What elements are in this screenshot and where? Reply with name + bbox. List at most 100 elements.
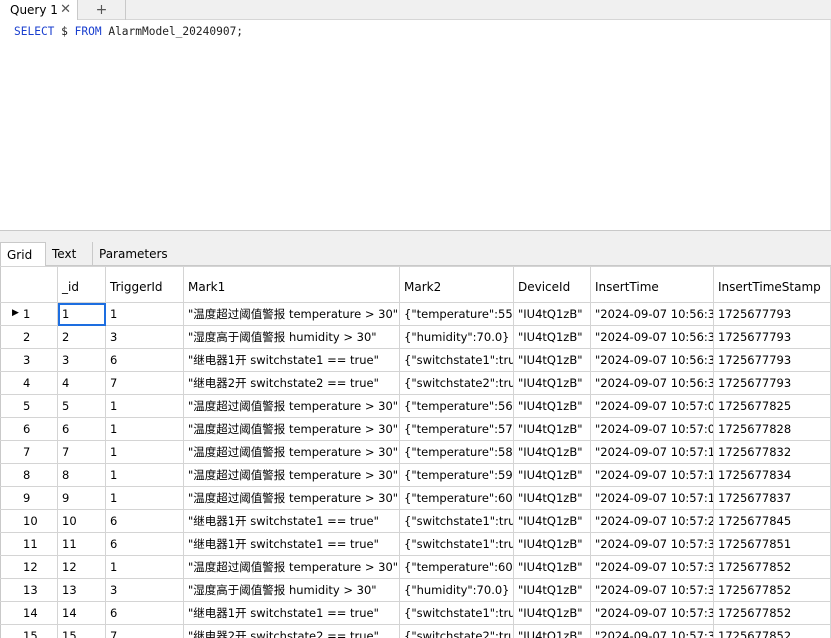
table-cell[interactable]: "IU4tQ1zB" <box>513 325 591 349</box>
table-cell[interactable]: {"switchstate1":true} <box>399 348 514 372</box>
table-cell[interactable]: 1725677834 <box>713 463 831 487</box>
table-cell[interactable]: "IU4tQ1zB" <box>513 532 591 556</box>
table-cell[interactable]: 1725677828 <box>713 417 831 441</box>
table-cell[interactable]: {"temperature":57.0} <box>399 417 514 441</box>
table-cell[interactable]: "温度超过阈值警报 temperature > 30" <box>183 417 400 441</box>
table-cell[interactable]: "2024-09-07 10:57:08" <box>590 417 714 441</box>
table-cell[interactable]: "IU4tQ1zB" <box>513 509 591 533</box>
row-number[interactable]: 9 <box>0 486 58 510</box>
table-cell[interactable]: "2024-09-07 10:57:32" <box>590 555 714 579</box>
column-header[interactable]: DeviceId <box>513 266 591 303</box>
table-cell[interactable]: 7 <box>105 371 184 395</box>
row-number[interactable]: 8 <box>0 463 58 487</box>
table-cell[interactable]: "2024-09-07 10:57:05" <box>590 394 714 418</box>
table-cell[interactable]: 1 <box>105 417 184 441</box>
table-cell[interactable]: 3 <box>57 348 106 372</box>
tab-grid[interactable]: Grid <box>0 242 46 267</box>
table-row[interactable]: 6 6 1 "温度超过阈值警报 temperature > 30" {"temperat… <box>0 417 831 441</box>
table-cell[interactable]: 1 <box>105 555 184 579</box>
table-cell[interactable]: 1725677793 <box>713 348 831 372</box>
column-header[interactable]: Mark2 <box>399 266 514 303</box>
table-cell[interactable]: "2024-09-07 10:57:17" <box>590 486 714 510</box>
table-cell[interactable]: "温度超过阈值警报 temperature > 30" <box>183 302 400 326</box>
row-number[interactable]: 14 <box>0 601 58 625</box>
row-number[interactable]: 5 <box>0 394 58 418</box>
table-cell[interactable]: 14 <box>57 601 106 625</box>
table-cell[interactable]: 10 <box>57 509 106 533</box>
table-cell[interactable]: "IU4tQ1zB" <box>513 555 591 579</box>
table-row[interactable]: ▶ 1 1 1 "温度超过阈值警报 temperature > 30" {"tempera… <box>0 302 831 326</box>
table-cell[interactable]: 1725677837 <box>713 486 831 510</box>
row-number[interactable]: ▶ 1 <box>0 302 58 326</box>
table-row[interactable]: 15 15 7 "继电器2开 switchstate2 == true" {"switc… <box>0 624 831 638</box>
table-cell[interactable]: "2024-09-07 10:57:32" <box>590 578 714 602</box>
table-cell[interactable]: 1 <box>105 394 184 418</box>
table-cell[interactable]: "IU4tQ1zB" <box>513 463 591 487</box>
table-cell[interactable]: "温度超过阈值警报 temperature > 30" <box>183 440 400 464</box>
table-cell[interactable]: 1 <box>57 302 106 326</box>
table-cell[interactable]: 1725677793 <box>713 302 831 326</box>
table-cell[interactable]: 1725677793 <box>713 371 831 395</box>
table-cell[interactable]: {"temperature":60.0} <box>399 486 514 510</box>
table-cell[interactable]: {"temperature":59.0} <box>399 463 514 487</box>
table-cell[interactable]: {"humidity":70.0} <box>399 578 514 602</box>
column-header[interactable]: InsertTimeStamp <box>713 266 831 303</box>
row-header-corner[interactable] <box>0 266 58 303</box>
table-cell[interactable]: "继电器2开 switchstate2 == true" <box>183 371 400 395</box>
table-cell[interactable]: "2024-09-07 10:56:33" <box>590 348 714 372</box>
table-cell[interactable]: 8 <box>57 463 106 487</box>
table-cell[interactable]: 11 <box>57 532 106 556</box>
table-cell[interactable]: 6 <box>105 601 184 625</box>
table-cell[interactable]: "2024-09-07 10:57:32" <box>590 601 714 625</box>
tab-text[interactable]: Text <box>46 242 93 266</box>
table-cell[interactable]: "IU4tQ1zB" <box>513 302 591 326</box>
table-cell[interactable]: {"temperature":55.0} <box>399 302 514 326</box>
table-cell[interactable]: {"switchstate1":true} <box>399 509 514 533</box>
row-number[interactable]: 11 <box>0 532 58 556</box>
table-cell[interactable]: "IU4tQ1zB" <box>513 440 591 464</box>
table-cell[interactable]: 4 <box>57 371 106 395</box>
table-cell[interactable]: 7 <box>105 624 184 638</box>
table-row[interactable]: 3 3 6 "继电器1开 switchstate1 == true" {"switchs… <box>0 348 831 372</box>
table-cell[interactable]: "湿度高于阈值警报 humidity > 30" <box>183 578 400 602</box>
table-row[interactable]: 11 11 6 "继电器1开 switchstate1 == true" {"switc… <box>0 532 831 556</box>
table-cell[interactable]: "IU4tQ1zB" <box>513 371 591 395</box>
table-row[interactable]: 12 12 1 "温度超过阈值警报 temperature > 30" {"temper… <box>0 555 831 579</box>
row-number[interactable]: 4 <box>0 371 58 395</box>
table-cell[interactable]: 9 <box>57 486 106 510</box>
table-cell[interactable]: "2024-09-07 10:57:31" <box>590 532 714 556</box>
table-cell[interactable]: 1725677851 <box>713 532 831 556</box>
table-cell[interactable]: "继电器1开 switchstate1 == true" <box>183 601 400 625</box>
table-cell[interactable]: "IU4tQ1zB" <box>513 394 591 418</box>
table-cell[interactable]: "2024-09-07 10:57:32" <box>590 624 714 638</box>
table-cell[interactable]: 1725677852 <box>713 578 831 602</box>
table-cell[interactable]: "2024-09-07 10:57:14" <box>590 463 714 487</box>
table-cell[interactable]: 1725677852 <box>713 624 831 638</box>
table-cell[interactable]: {"switchstate1":true} <box>399 532 514 556</box>
table-cell[interactable]: "IU4tQ1zB" <box>513 486 591 510</box>
table-cell[interactable]: 15 <box>57 624 106 638</box>
table-row[interactable]: 7 7 1 "温度超过阈值警报 temperature > 30" {"temperat… <box>0 440 831 464</box>
table-row[interactable]: 9 9 1 "温度超过阈值警报 temperature > 30" {"temperat… <box>0 486 831 510</box>
table-cell[interactable]: "继电器1开 switchstate1 == true" <box>183 532 400 556</box>
column-header[interactable]: InsertTime <box>590 266 714 303</box>
table-cell[interactable]: 13 <box>57 578 106 602</box>
tab-parameters[interactable]: Parameters <box>93 242 168 266</box>
table-cell[interactable]: 5 <box>57 394 106 418</box>
table-cell[interactable]: 1 <box>105 302 184 326</box>
table-cell[interactable]: {"switchstate2":true} <box>399 624 514 638</box>
table-cell[interactable]: "继电器1开 switchstate1 == true" <box>183 509 400 533</box>
table-cell[interactable]: 6 <box>105 348 184 372</box>
table-cell[interactable]: {"temperature":60.0} <box>399 555 514 579</box>
table-cell[interactable]: 1725677852 <box>713 601 831 625</box>
table-cell[interactable]: {"switchstate1":true} <box>399 601 514 625</box>
table-cell[interactable]: "2024-09-07 10:56:33" <box>590 325 714 349</box>
pane-splitter[interactable] <box>0 230 831 242</box>
add-tab-button[interactable]: + <box>78 0 126 20</box>
column-header[interactable]: TriggerId <box>105 266 184 303</box>
query-tab[interactable]: Query 1 ✕ <box>0 0 78 20</box>
row-number[interactable]: 3 <box>0 348 58 372</box>
table-row[interactable]: 5 5 1 "温度超过阈值警报 temperature > 30" {"temperat… <box>0 394 831 418</box>
table-cell[interactable]: {"temperature":56.0} <box>399 394 514 418</box>
table-cell[interactable]: {"switchstate2":true} <box>399 371 514 395</box>
